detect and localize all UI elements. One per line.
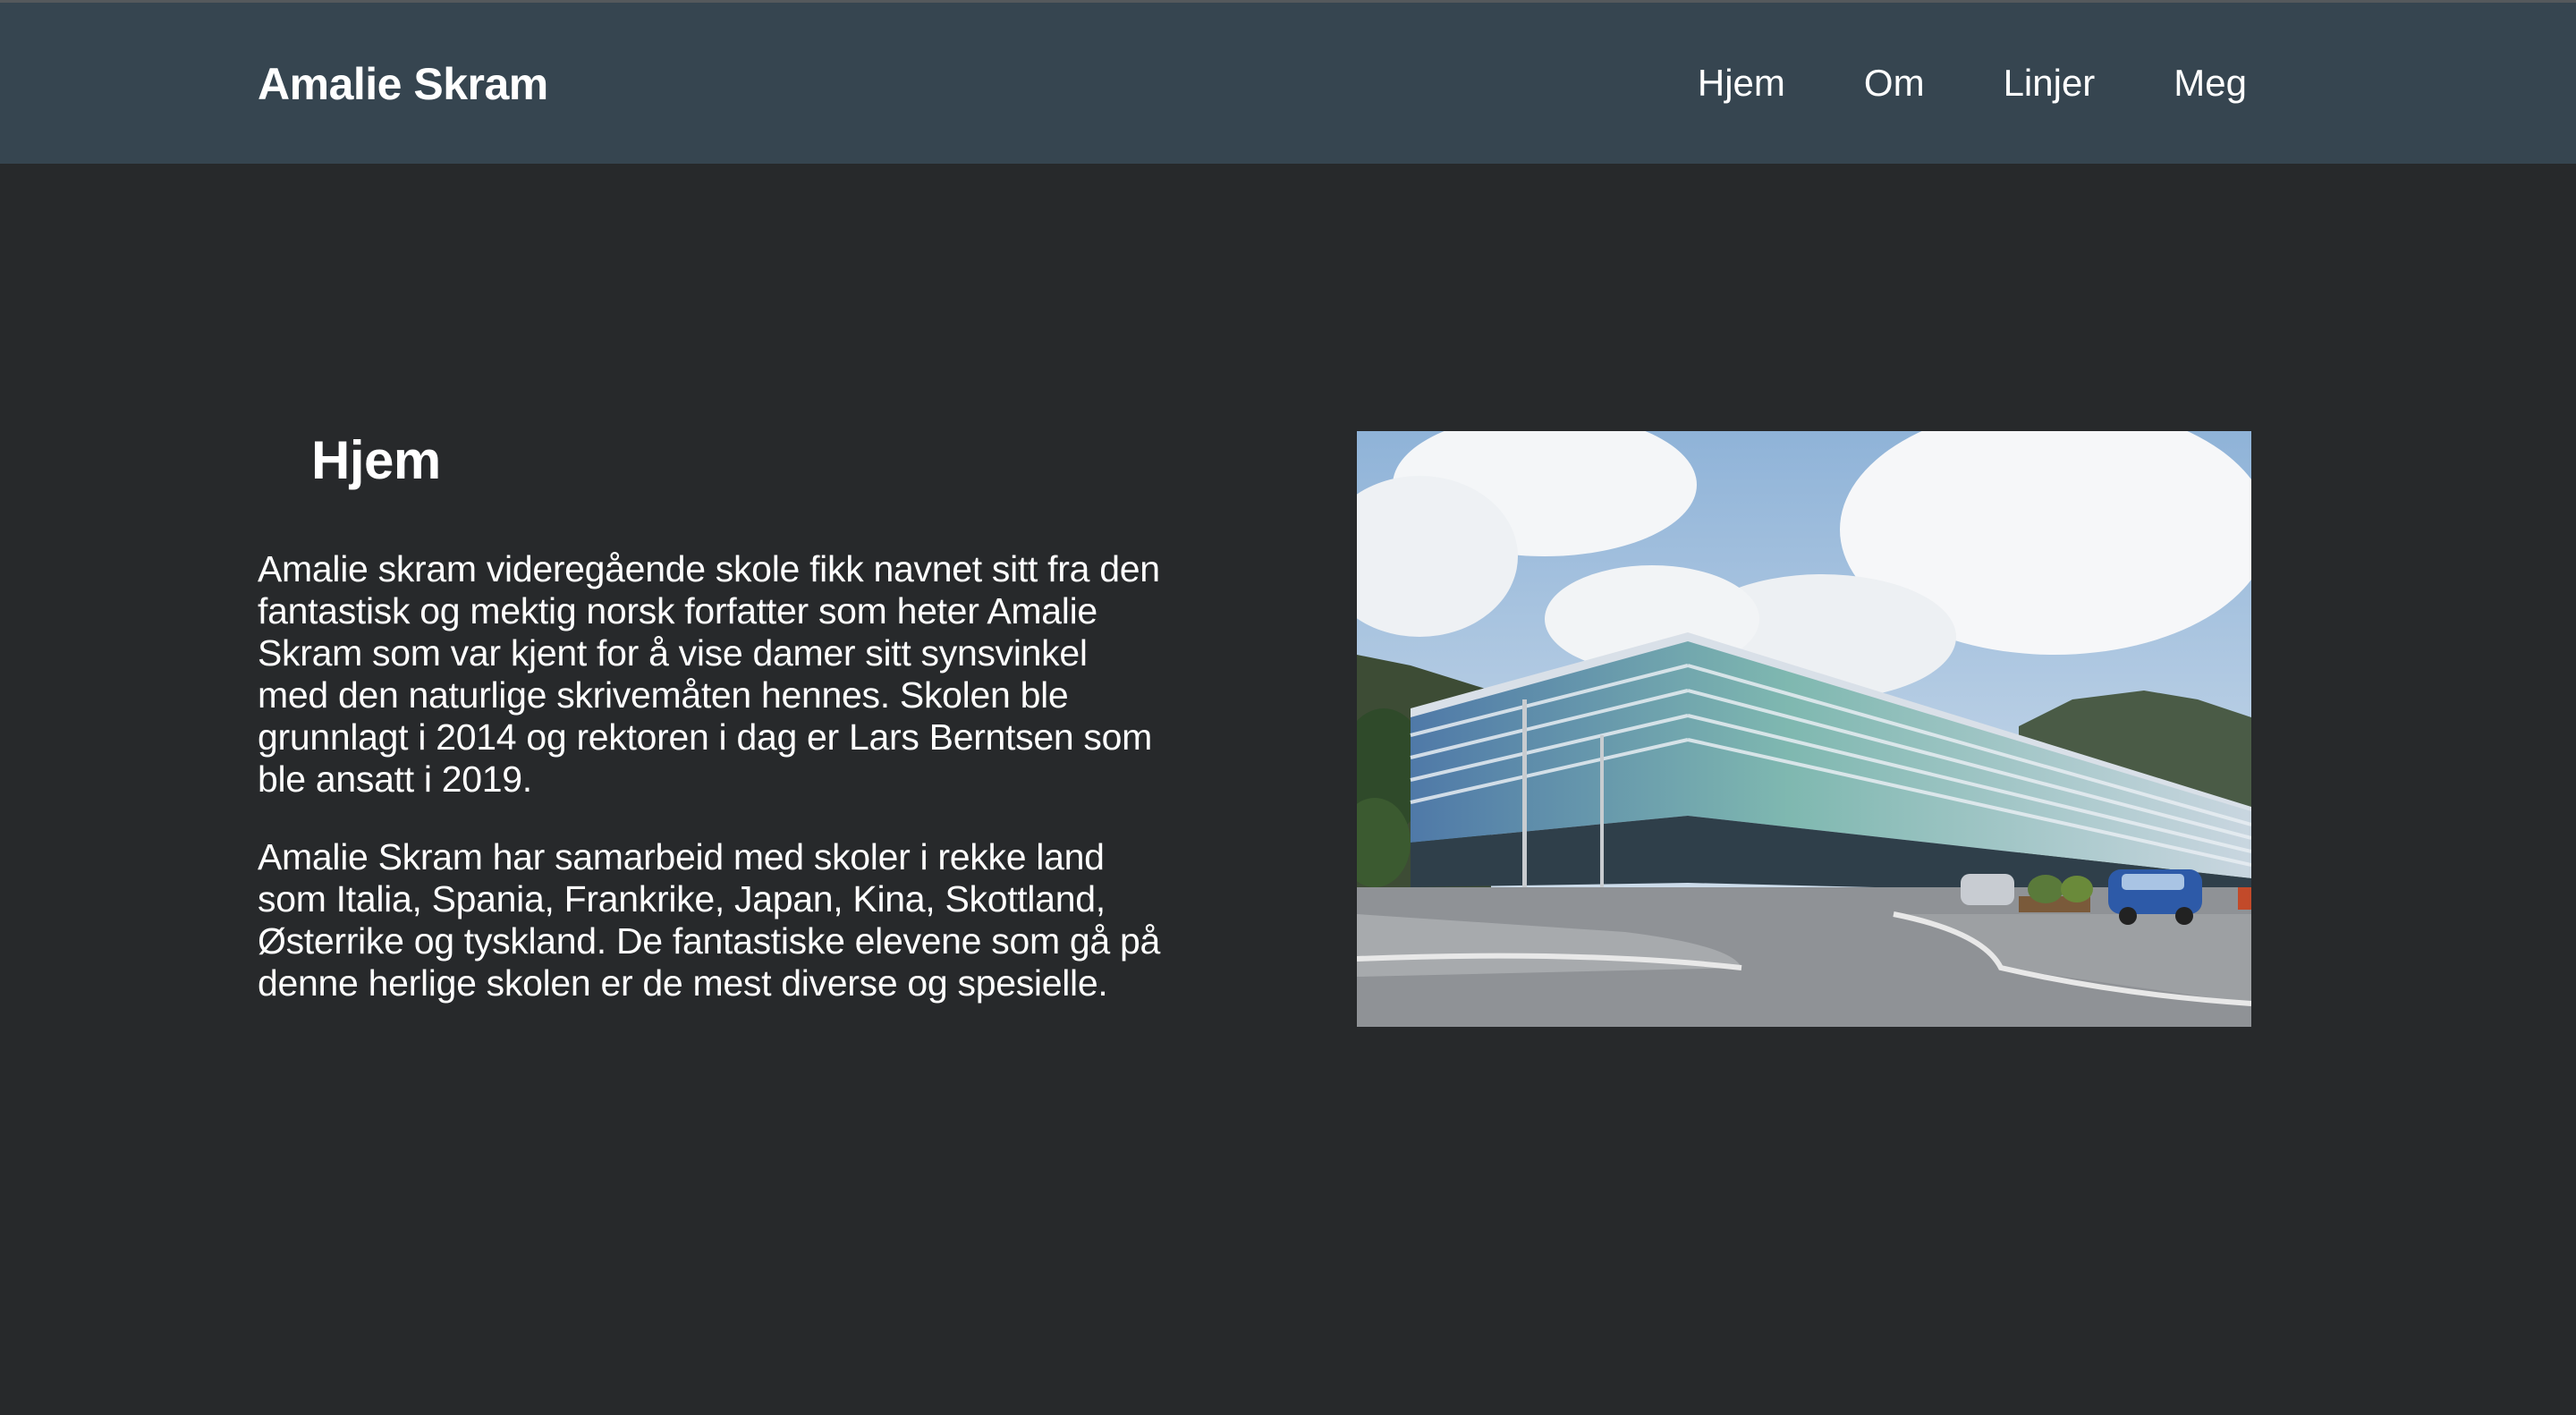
nav-menu: Hjem Om Linjer Meg bbox=[1698, 62, 2247, 105]
nav-link-linjer[interactable]: Linjer bbox=[2004, 62, 2096, 105]
nav-link-om[interactable]: Om bbox=[1864, 62, 1925, 105]
text-column: Amalie skram videregående skole fikk nav… bbox=[258, 548, 1161, 1040]
school-building-photo bbox=[1357, 431, 2251, 1027]
intro-paragraph: Amalie skram videregående skole fikk nav… bbox=[258, 548, 1160, 800]
page-title: Hjem bbox=[311, 430, 441, 490]
navbar: Amalie Skram Hjem Om Linjer Meg bbox=[0, 3, 2576, 164]
partners-paragraph: Amalie Skram har samarbeid med skoler i … bbox=[258, 836, 1161, 1004]
nav-link-hjem[interactable]: Hjem bbox=[1698, 62, 1785, 105]
brand-link[interactable]: Amalie Skram bbox=[258, 58, 548, 110]
nav-link-meg[interactable]: Meg bbox=[2174, 62, 2247, 105]
